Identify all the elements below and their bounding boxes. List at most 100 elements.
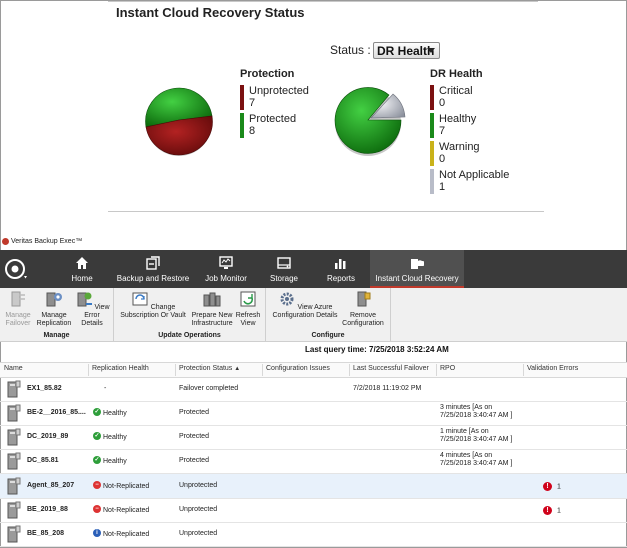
column-separator[interactable] [349,364,350,376]
tab-storage[interactable]: Storage [264,250,304,288]
dr-health-pie-chart [334,87,406,156]
column-separator[interactable] [523,364,524,376]
row-protection-status: Protected [179,457,209,464]
rpo-date: 7/25/2018 3:40:47 AM ] [440,460,513,467]
button-label: Details [81,320,103,327]
row-validation-errors: ! 1 [543,482,561,491]
server-icon [7,380,21,398]
healthy-icon: ✓ [93,432,101,440]
healthy-icon: ✓ [93,456,101,464]
health-label: Healthy [103,409,127,417]
job-monitor-icon [219,256,233,269]
column-header-last-successful-failover[interactable]: Last Successful Failover [353,365,429,372]
dr-health-legend-title: DR Health [430,68,483,80]
legend-label: Critical [439,85,473,97]
legend-label: Healthy [439,113,477,125]
table-row[interactable]: BE-2__2016_85.... ✓ Healthy Protected 3 m… [0,401,627,426]
change-subscription-button[interactable]: Change Subscription Or Vault [118,291,188,320]
row-replication-health: ✓ Healthy [93,456,127,465]
legend-value: 0 [439,153,446,165]
column-header-protection-status[interactable]: Protection Status ▲ [179,365,240,372]
legend-swatch [240,85,244,110]
tab-label: Home [71,274,93,283]
column-header-validation-errors[interactable]: Validation Errors [527,365,578,372]
row-replication-health: - [104,385,107,392]
row-rpo: 3 minutes [As on 7/25/2018 3:40:47 AM ] [440,404,512,420]
button-label: Refresh [235,312,261,319]
error-icon[interactable]: ! [543,482,552,491]
button-label: Remove [349,312,377,319]
home-icon [76,257,88,269]
column-header-replication-health[interactable]: Replication Health [92,365,149,372]
row-validation-errors: ! 1 [543,506,561,515]
column-separator[interactable] [262,364,263,376]
column-separator[interactable] [175,364,176,376]
table-row[interactable]: DC_2019_89 ✓ Healthy Protected 1 minute [… [0,425,627,450]
rpo-date: 7/25/2018 3:40:47 AM ] [440,412,513,419]
server-icon [7,452,21,470]
view-azure-configuration-details-button[interactable]: View Azure Configuration Details [270,291,340,320]
remove-configuration-button[interactable]: Remove Configuration [340,291,386,328]
table-row[interactable]: BE_2019_88 − Not-Replicated Unprotected !… [0,498,627,523]
error-icon[interactable]: ! [543,506,552,515]
health-label: Healthy [103,433,127,441]
tab-job-monitor[interactable]: Job Monitor [198,250,254,288]
button-label: Manage [5,312,31,319]
manage-failover-button[interactable]: Manage Failover [3,291,33,328]
backup-exec-menu-icon[interactable] [3,256,29,282]
status-dropdown[interactable]: DR Health [373,42,440,59]
tab-home[interactable]: Home [58,250,106,288]
legend-label: Warning [439,141,480,153]
legend-value: 7 [439,125,446,137]
not-replicated-icon: − [93,505,101,513]
refresh-view-button[interactable]: Refresh View [234,291,262,328]
table-row[interactable]: DC_85.81 ✓ Healthy Protected 4 minutes [A… [0,449,627,474]
divider [108,211,544,212]
row-protection-status: Unprotected [179,530,218,537]
tab-label: Instant Cloud Recovery [375,274,459,283]
column-header-rpo[interactable]: RPO [440,365,455,372]
configure-group: View Azure Configuration Details Remove … [266,288,391,341]
button-label: Replication [36,320,72,327]
view-error-details-button[interactable]: View Error Details [74,291,110,328]
row-protection-status: Protected [179,433,209,440]
row-replication-health: − Not-Replicated [93,505,149,514]
legend-value: 7 [249,97,256,109]
column-header-configuration-issues[interactable]: Configuration Issues [266,365,330,372]
server-icon [7,525,21,543]
row-protection-status: Failover completed [179,385,239,392]
legend-label: Not Applicable [439,169,510,181]
tab-backup-and-restore[interactable]: Backup and Restore [112,250,194,288]
button-label: Prepare New [191,312,233,319]
ribbon-tabs: Home Backup and Restore Job Monitor Stor… [0,250,627,288]
gear-icon [280,292,294,306]
app-title: Veritas Backup Exec™ [11,238,83,245]
prepare-new-infrastructure-button[interactable]: Prepare New Infrastructure [190,291,234,328]
button-label: View [240,320,256,327]
table-row[interactable]: BE_85_208 i Not-Replicated Unprotected [0,522,627,547]
row-protection-status: Protected [179,409,209,416]
row-name: BE_2019_88 [27,506,68,513]
server-icon [7,501,21,519]
legend-value: 1 [439,181,446,193]
button-label: Subscription Or Vault [120,312,186,319]
manage-group: Manage Failover Manage Replication View … [0,288,114,341]
status-label: Status : [330,43,371,57]
group-label: Manage [43,332,70,339]
tab-reports[interactable]: Reports [320,250,362,288]
ribbon-toolbar: Manage Failover Manage Replication View … [0,288,627,342]
button-label: Manage [41,312,67,319]
column-header-name[interactable]: Name [4,365,23,372]
column-separator[interactable] [88,364,89,376]
rpo-date: 7/25/2018 3:40:47 AM ] [440,436,513,443]
button-label: Configuration [342,320,384,327]
server-icon [7,404,21,422]
column-separator[interactable] [436,364,437,376]
manage-replication-button[interactable]: Manage Replication [36,291,72,328]
row-protection-status: Unprotected [179,482,218,489]
table-row[interactable]: EX1_85.82 - Failover completed 7/2/2018 … [0,377,627,402]
row-name: BE-2__2016_85.... [27,409,86,416]
info-icon: i [93,529,101,537]
tab-instant-cloud-recovery[interactable]: Instant Cloud Recovery [370,250,464,288]
table-row[interactable]: Agent_85_207 − Not-Replicated Unprotected… [0,474,627,499]
